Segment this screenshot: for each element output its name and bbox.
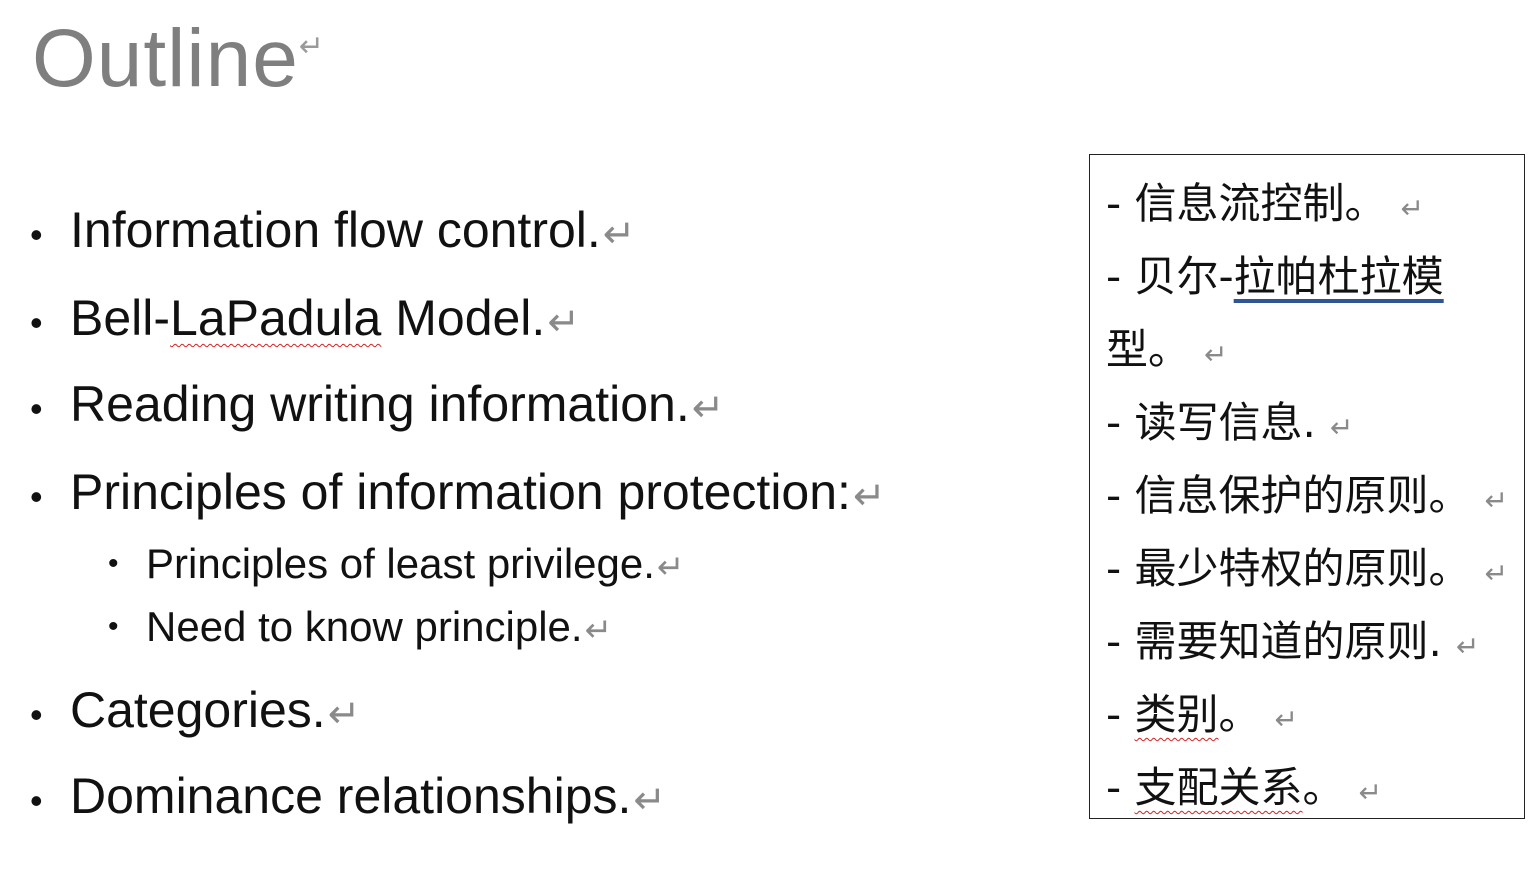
translation-line-text-prefix: - — [1106, 763, 1135, 812]
translation-line: - 信息保护的原则。 ↵ — [1106, 475, 1508, 517]
list-item-text: Categories. — [70, 682, 326, 738]
translation-line: 型。 ↵ — [1106, 329, 1227, 371]
list-item-text: Reading writing information. — [70, 376, 690, 432]
paragraph-mark-icon: ↵ — [602, 213, 636, 256]
translation-line-text: - 最少特权的原则。 — [1106, 544, 1471, 593]
list-item-text-suffix: Model. — [381, 290, 546, 346]
translation-text-box[interactable]: - 信息流控制。 ↵ - 贝尔-拉帕杜拉模 型。 ↵ - 读写信息. ↵ - 信息保护… — [1089, 154, 1525, 819]
bullet-icon: • — [30, 388, 43, 429]
paragraph-mark-icon: ↵ — [1455, 630, 1480, 663]
misspelled-word[interactable]: 类别 — [1135, 690, 1219, 739]
translation-line-text-suffix: 。 — [1218, 690, 1261, 739]
translation-line: - 支配关系。 ↵ — [1106, 767, 1382, 809]
slide-title-text: Outline — [32, 13, 299, 104]
translation-line: - 类别。 ↵ — [1106, 694, 1298, 736]
misspelled-word[interactable]: 支配关系 — [1135, 763, 1303, 812]
bullet-icon: • — [30, 302, 43, 343]
list-item-text: Information flow control. — [70, 202, 601, 258]
paragraph-mark-icon: ↵ — [633, 779, 667, 822]
paragraph-mark-icon: ↵ — [1329, 411, 1354, 444]
translation-line-text-suffix: 。 — [1302, 763, 1345, 812]
translation-line-text-prefix: - — [1106, 690, 1135, 739]
bullet-icon: • — [30, 694, 43, 735]
paragraph-mark-icon: ↵ — [691, 387, 725, 430]
list-item-text: Principles of information protection: — [70, 464, 851, 520]
paragraph-mark-icon: ↵ — [1400, 192, 1424, 225]
bullet-icon: • — [108, 547, 119, 580]
underlined-term[interactable]: 拉帕杜拉模 — [1234, 252, 1444, 301]
slide-title: Outline↵ — [32, 13, 325, 104]
translation-line: - 读写信息. ↵ — [1106, 402, 1353, 444]
list-item-text: Principles of least privilege. — [146, 540, 655, 587]
paragraph-mark-icon: ↵ — [584, 611, 613, 648]
paragraph-mark-icon: ↵ — [1358, 776, 1383, 809]
translation-line: - 需要知道的原则. ↵ — [1106, 621, 1479, 663]
list-item-text-prefix: Bell- — [70, 290, 171, 346]
paragraph-mark-icon: ↵ — [1274, 703, 1299, 736]
list-item-text: Dominance relationships. — [70, 768, 632, 824]
translation-line: - 贝尔-拉帕杜拉模 — [1106, 256, 1444, 298]
paragraph-mark-icon: ↵ — [327, 693, 361, 736]
translation-line-text: - 信息保护的原则。 — [1106, 471, 1471, 520]
misspelled-word[interactable]: LaPadula — [170, 290, 381, 346]
paragraph-mark-icon: ↵ — [1484, 557, 1508, 590]
paragraph-mark-icon: ↵ — [656, 548, 685, 585]
bullet-icon: • — [108, 610, 119, 643]
translation-line-text-prefix: - 贝尔- — [1106, 252, 1234, 301]
translation-line-text: - 信息流控制。 — [1106, 179, 1387, 228]
paragraph-mark-icon: ↵ — [298, 30, 325, 63]
paragraph-mark-icon: ↵ — [852, 475, 886, 518]
translation-line-text: - 需要知道的原则. — [1106, 617, 1442, 666]
list-item-text: Need to know principle. — [146, 603, 583, 650]
translation-line: - 信息流控制。 ↵ — [1106, 183, 1424, 225]
translation-line-text: - 读写信息. — [1106, 398, 1316, 447]
bullet-icon: • — [30, 476, 43, 517]
paragraph-mark-icon: ↵ — [547, 301, 580, 344]
paragraph-mark-icon: ↵ — [1484, 484, 1508, 517]
translation-line-text: 型。 — [1106, 325, 1191, 374]
paragraph-mark-icon: ↵ — [1204, 338, 1228, 371]
bullet-icon: • — [30, 214, 43, 255]
translation-line: - 最少特权的原则。 ↵ — [1106, 548, 1508, 590]
bullet-icon: • — [30, 780, 43, 821]
